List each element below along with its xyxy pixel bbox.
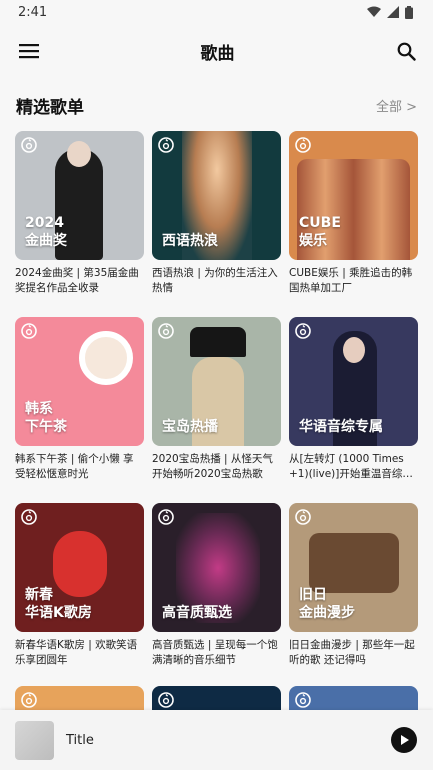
netease-badge-icon [295, 323, 311, 339]
signal-icon [387, 6, 399, 18]
playlist-cover-text: 宝岛热播 [162, 419, 218, 435]
netease-badge-icon [158, 509, 174, 525]
see-all-link[interactable]: 全部 > [376, 96, 417, 115]
play-button[interactable] [391, 727, 417, 753]
playlist-card[interactable]: CUBE 娱乐 CUBE娱乐 | 乘胜追击的韩国热单加工厂 [289, 131, 418, 305]
netease-badge-icon [21, 137, 37, 153]
playlist-grid: 2024 金曲奖 2024金曲奖 | 第35届金曲奖提名作品全收录 西语热浪 西语热浪 … [15, 131, 418, 677]
playlist-caption[interactable]: 新春华语K歌房 | 欢歌笑语 乐享团圆年 [15, 638, 144, 668]
netease-badge-icon [21, 692, 37, 708]
playlist-caption[interactable]: 2020宝岛热播 | 从怪天气开始畅听2020宝岛热歌 [152, 452, 281, 482]
playlist-cover-text: 华语音综专属 [299, 419, 383, 435]
status-bar: 2:41 [0, 0, 433, 24]
section-header: 精选歌单 全部 > [16, 92, 417, 118]
playlist-caption[interactable]: 从[左转灯 (1000 Times +1)(live)]开始重温音综… [289, 452, 418, 482]
netease-badge-icon [21, 323, 37, 339]
netease-badge-icon [295, 692, 311, 708]
menu-icon [19, 44, 39, 59]
playlist-cover[interactable]: CUBE 娱乐 [289, 131, 418, 260]
mini-player[interactable]: Title [0, 710, 433, 770]
netease-badge-icon [295, 509, 311, 525]
search-button[interactable] [393, 38, 419, 64]
playlist-cover[interactable]: 宝岛热播 [152, 317, 281, 446]
playlist-cover-text: 新春 华语K歌房 [25, 587, 92, 621]
playlist-caption[interactable]: 旧日金曲漫步 | 那些年一起听的歌 还记得吗 [289, 638, 418, 668]
netease-badge-icon [158, 323, 174, 339]
playlist-card[interactable]: 2024 金曲奖 2024金曲奖 | 第35届金曲奖提名作品全收录 [15, 131, 144, 305]
netease-badge-icon [295, 137, 311, 153]
playlist-caption[interactable]: 2024金曲奖 | 第35届金曲奖提名作品全收录 [15, 266, 144, 296]
section-title: 精选歌单 [16, 97, 84, 118]
playlist-card[interactable]: 宝岛热播 2020宝岛热播 | 从怪天气开始畅听2020宝岛热歌 [152, 317, 281, 491]
netease-badge-icon [21, 509, 37, 525]
playlist-cover-text: 2024 金曲奖 [25, 215, 67, 249]
playlist-cover[interactable]: 华语音综专属 [289, 317, 418, 446]
search-icon [397, 42, 416, 61]
playlist-cover[interactable]: 韩系 下午茶 [15, 317, 144, 446]
playlist-caption[interactable]: CUBE娱乐 | 乘胜追击的韩国热单加工厂 [289, 266, 418, 296]
playlist-caption[interactable]: 西语热浪 | 为你的生活注入热情 [152, 266, 281, 296]
playlist-cover[interactable]: 旧日 金曲漫步 [289, 503, 418, 632]
playlist-cover-text: 韩系 下午茶 [25, 401, 67, 435]
playlist-cover[interactable]: 高音质甄选 [152, 503, 281, 632]
battery-icon [405, 5, 413, 19]
playlist-cover[interactable]: 西语热浪 [152, 131, 281, 260]
playlist-cover[interactable]: 新春 华语K歌房 [15, 503, 144, 632]
player-track-title: Title [66, 732, 94, 748]
playlist-card[interactable]: 高音质甄选高音质甄选 | 呈现每一个饱满清晰的音乐细节 [152, 503, 281, 677]
netease-badge-icon [158, 137, 174, 153]
page-title: 歌曲 [200, 43, 235, 64]
playlist-cover-text: CUBE 娱乐 [299, 215, 341, 249]
app-bar: 歌曲 [0, 24, 433, 78]
playlist-caption[interactable]: 高音质甄选 | 呈现每一个饱满清晰的音乐细节 [152, 638, 281, 668]
status-time: 2:41 [18, 4, 48, 20]
playlist-card[interactable]: 华语音综专属从[左转灯 (1000 Times +1)(live)]开始重温音综… [289, 317, 418, 491]
playlist-cover[interactable]: 2024 金曲奖 [15, 131, 144, 260]
player-album-art[interactable] [15, 720, 54, 760]
playlist-card[interactable]: 韩系 下午茶韩系下午茶 | 偷个小懒 享受轻松惬意时光 [15, 317, 144, 491]
status-icons [367, 5, 413, 19]
playlist-caption[interactable]: 韩系下午茶 | 偷个小懒 享受轻松惬意时光 [15, 452, 144, 482]
playlist-cover-text: 高音质甄选 [162, 605, 232, 621]
playlist-card[interactable]: 旧日 金曲漫步旧日金曲漫步 | 那些年一起听的歌 还记得吗 [289, 503, 418, 677]
playlist-cover-text: 西语热浪 [162, 233, 218, 249]
wifi-icon [367, 6, 381, 17]
menu-button[interactable] [16, 38, 42, 64]
playlist-card[interactable]: 新春 华语K歌房新春华语K歌房 | 欢歌笑语 乐享团圆年 [15, 503, 144, 677]
netease-badge-icon [158, 692, 174, 708]
playlist-cover-text: 旧日 金曲漫步 [299, 587, 355, 621]
playlist-card[interactable]: 西语热浪西语热浪 | 为你的生活注入热情 [152, 131, 281, 305]
play-icon [401, 735, 409, 745]
